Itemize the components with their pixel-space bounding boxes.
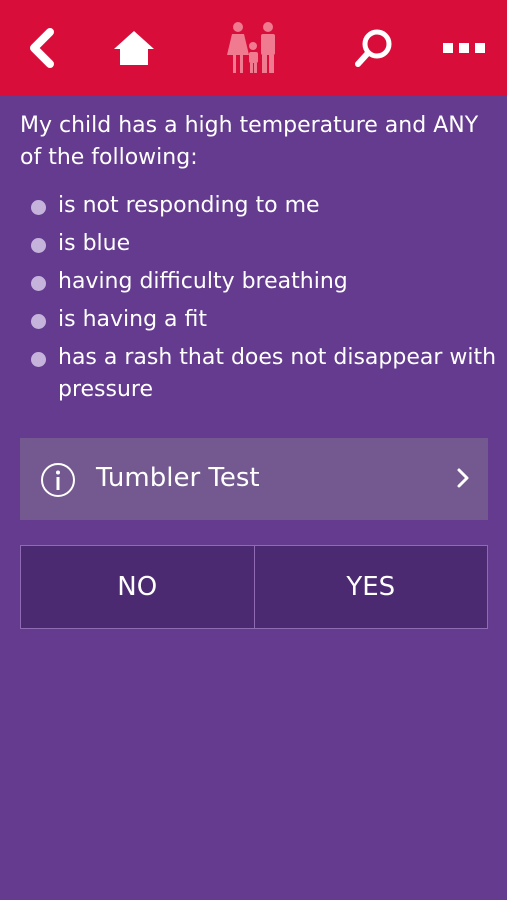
top-app-bar [0, 0, 507, 96]
symptom-label: is not responding to me [58, 193, 320, 218]
more-options-icon [443, 43, 485, 53]
bullet-icon [31, 314, 46, 329]
symptom-label: is blue [58, 231, 131, 256]
bullet-icon [31, 352, 46, 367]
question-text: My child has a high temperature and ANY … [20, 113, 479, 170]
info-icon [41, 463, 75, 497]
back-button[interactable] [12, 0, 72, 96]
family-button[interactable] [216, 0, 292, 96]
search-icon [355, 29, 392, 67]
symptom-list: is not responding to me is blue having d… [28, 190, 498, 412]
home-icon [114, 31, 154, 65]
yes-label: YES [346, 572, 396, 602]
more-options-button[interactable] [434, 0, 494, 96]
bullet-icon [31, 238, 46, 253]
symptom-label: having difficulty breathing [58, 269, 348, 294]
symptom-item: is not responding to me [28, 190, 498, 222]
symptom-item: having difficulty breathing [28, 266, 498, 298]
bullet-icon [31, 276, 46, 291]
home-button[interactable] [102, 0, 166, 96]
no-label: NO [117, 572, 158, 602]
yes-button[interactable]: YES [253, 546, 487, 628]
tumbler-test-label: Tumbler Test [96, 463, 260, 493]
symptom-label: is having a fit [58, 307, 207, 332]
bullet-icon [31, 200, 46, 215]
search-button[interactable] [344, 0, 404, 96]
symptom-label: has a rash that does not disappear with … [58, 345, 497, 402]
family-icon [227, 22, 275, 73]
chevron-right-icon [457, 468, 469, 488]
back-arrow-icon [30, 28, 54, 68]
no-button[interactable]: NO [21, 546, 254, 628]
symptom-item: has a rash that does not disappear with … [28, 342, 498, 406]
symptom-item: is blue [28, 228, 498, 260]
symptom-item: is having a fit [28, 304, 498, 336]
answer-buttons: NO YES [20, 545, 488, 629]
tumbler-test-button[interactable]: Tumbler Test [20, 438, 488, 520]
